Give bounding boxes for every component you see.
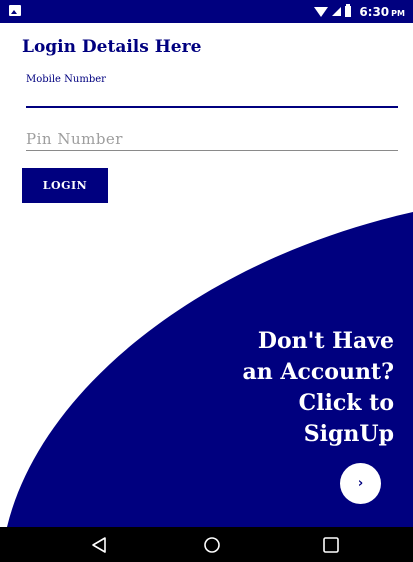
signup-line: Don't Have [257,328,394,354]
status-icons: 6:30 PM [314,4,405,19]
status-bar: 6:30 PM [0,0,413,23]
wifi-icon [314,6,329,17]
navigation-bar [0,527,413,562]
signup-line: Click to [298,390,394,416]
recents-icon[interactable] [321,535,341,555]
clock: 6:30 PM [359,4,405,19]
back-icon[interactable] [90,535,110,555]
login-button[interactable]: LOGIN [22,168,108,203]
signup-line: SignUp [303,421,394,447]
pin-number-field[interactable] [26,128,398,151]
mobile-number-label: Mobile Number [26,74,106,85]
signup-prompt[interactable]: Don't Have an Account? Click to SignUp [174,326,395,450]
mobile-number-field[interactable] [26,106,398,108]
signup-line: an Account? [242,359,395,385]
signup-arrow-button[interactable]: › [340,463,381,504]
signal-icon [332,7,342,16]
chevron-right-icon: › [357,476,364,491]
battery-icon [345,4,352,17]
image-notification-icon [9,5,21,16]
page-title: Login Details Here [22,37,202,57]
home-icon[interactable] [202,535,222,555]
